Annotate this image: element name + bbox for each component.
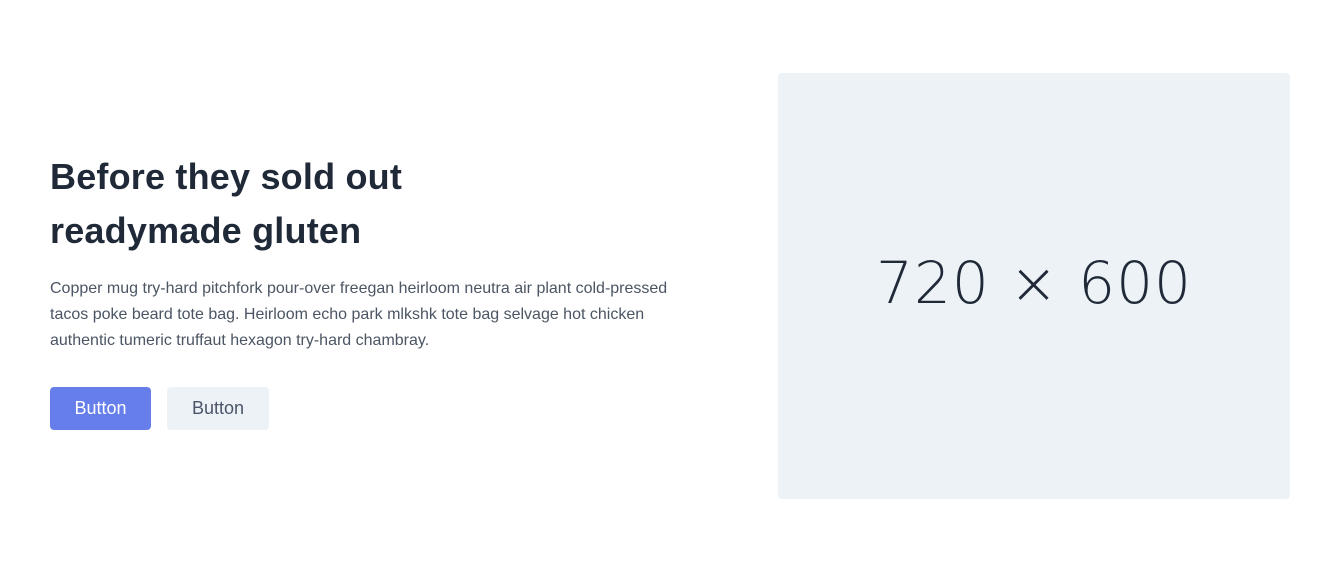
hero-title: Before they sold out readymade gluten (50, 150, 710, 258)
hero-title-line-2: readymade gluten (50, 210, 362, 251)
secondary-button[interactable]: Button (167, 387, 269, 430)
hero-title-line-1: Before they sold out (50, 156, 403, 197)
image-dimensions-label: 720 × 600 (876, 249, 1192, 317)
hero-section: Before they sold out readymade gluten Co… (0, 0, 1343, 568)
hero-actions: Button Button (50, 387, 710, 430)
hero-image-placeholder: 720 × 600 (778, 73, 1290, 499)
hero-content: Before they sold out readymade gluten Co… (50, 150, 710, 430)
hero-description: Copper mug try-hard pitchfork pour-over … (50, 280, 668, 349)
primary-button[interactable]: Button (50, 387, 151, 430)
